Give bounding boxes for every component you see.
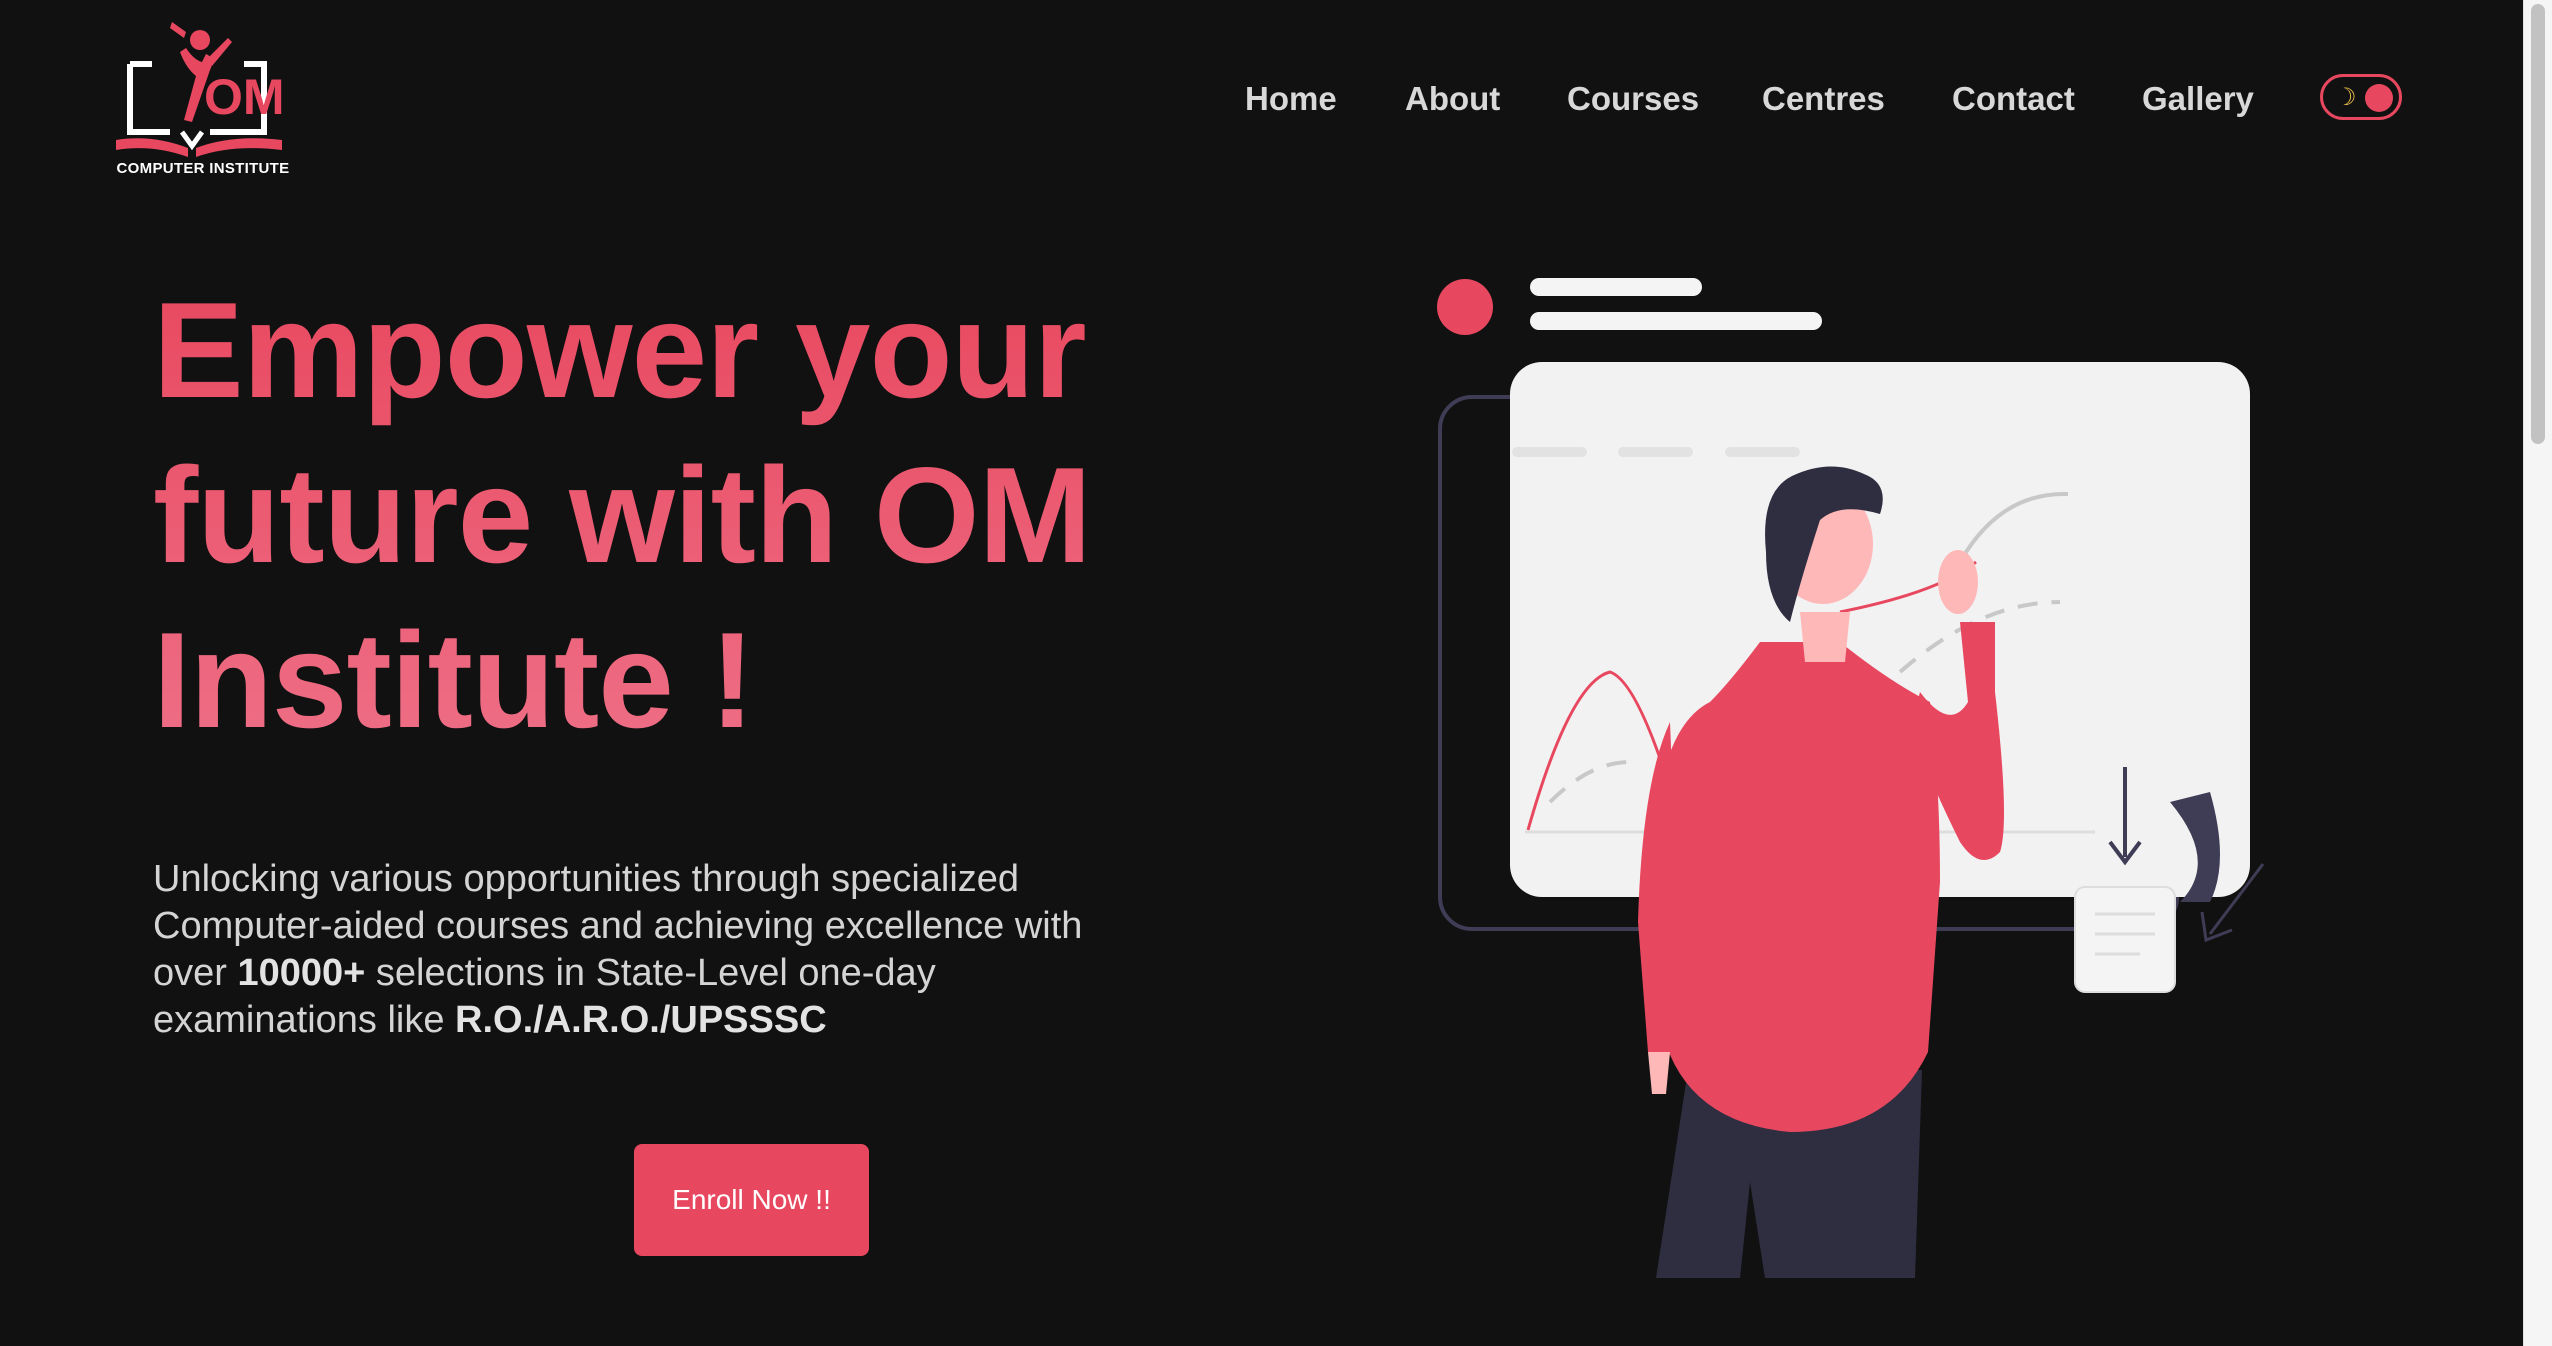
enroll-now-button[interactable]: Enroll Now !!: [634, 1144, 869, 1256]
hero-description: Unlocking various opportunities through …: [153, 856, 1143, 1044]
hero-title-line: Institute !: [153, 604, 754, 756]
svg-text:OM: OM: [204, 69, 285, 125]
scrollbar[interactable]: [2523, 0, 2552, 1346]
nav-gallery[interactable]: Gallery: [2142, 74, 2254, 124]
om-logo[interactable]: OM: [112, 12, 302, 182]
exam-names: R.O./A.R.O./UPSSSC: [455, 999, 827, 1041]
toggle-knob: [2365, 84, 2393, 112]
hero-title-line: future with OM: [153, 439, 1091, 591]
nav-about[interactable]: About: [1405, 74, 1500, 124]
nav-contact[interactable]: Contact: [1952, 74, 2075, 124]
selections-count: 10000+: [237, 952, 366, 994]
nav-courses[interactable]: Courses: [1567, 74, 1699, 124]
logo-subtitle: COMPUTER INSTITUTE: [116, 160, 290, 177]
moon-icon: ☽: [2335, 84, 2357, 111]
hero-illustration: [1437, 278, 2265, 1278]
scrollbar-thumb[interactable]: [2531, 4, 2545, 444]
nav-centres[interactable]: Centres: [1762, 74, 1885, 124]
theme-toggle[interactable]: ☽: [2320, 74, 2402, 120]
page: OM COMPUTER INSTITUTE Home About Courses…: [0, 0, 2552, 1346]
nav-home[interactable]: Home: [1245, 74, 1337, 124]
hero-title-line: Empower your: [153, 274, 1086, 426]
hero-title: Empower your future with OM Institute !: [153, 268, 1233, 763]
